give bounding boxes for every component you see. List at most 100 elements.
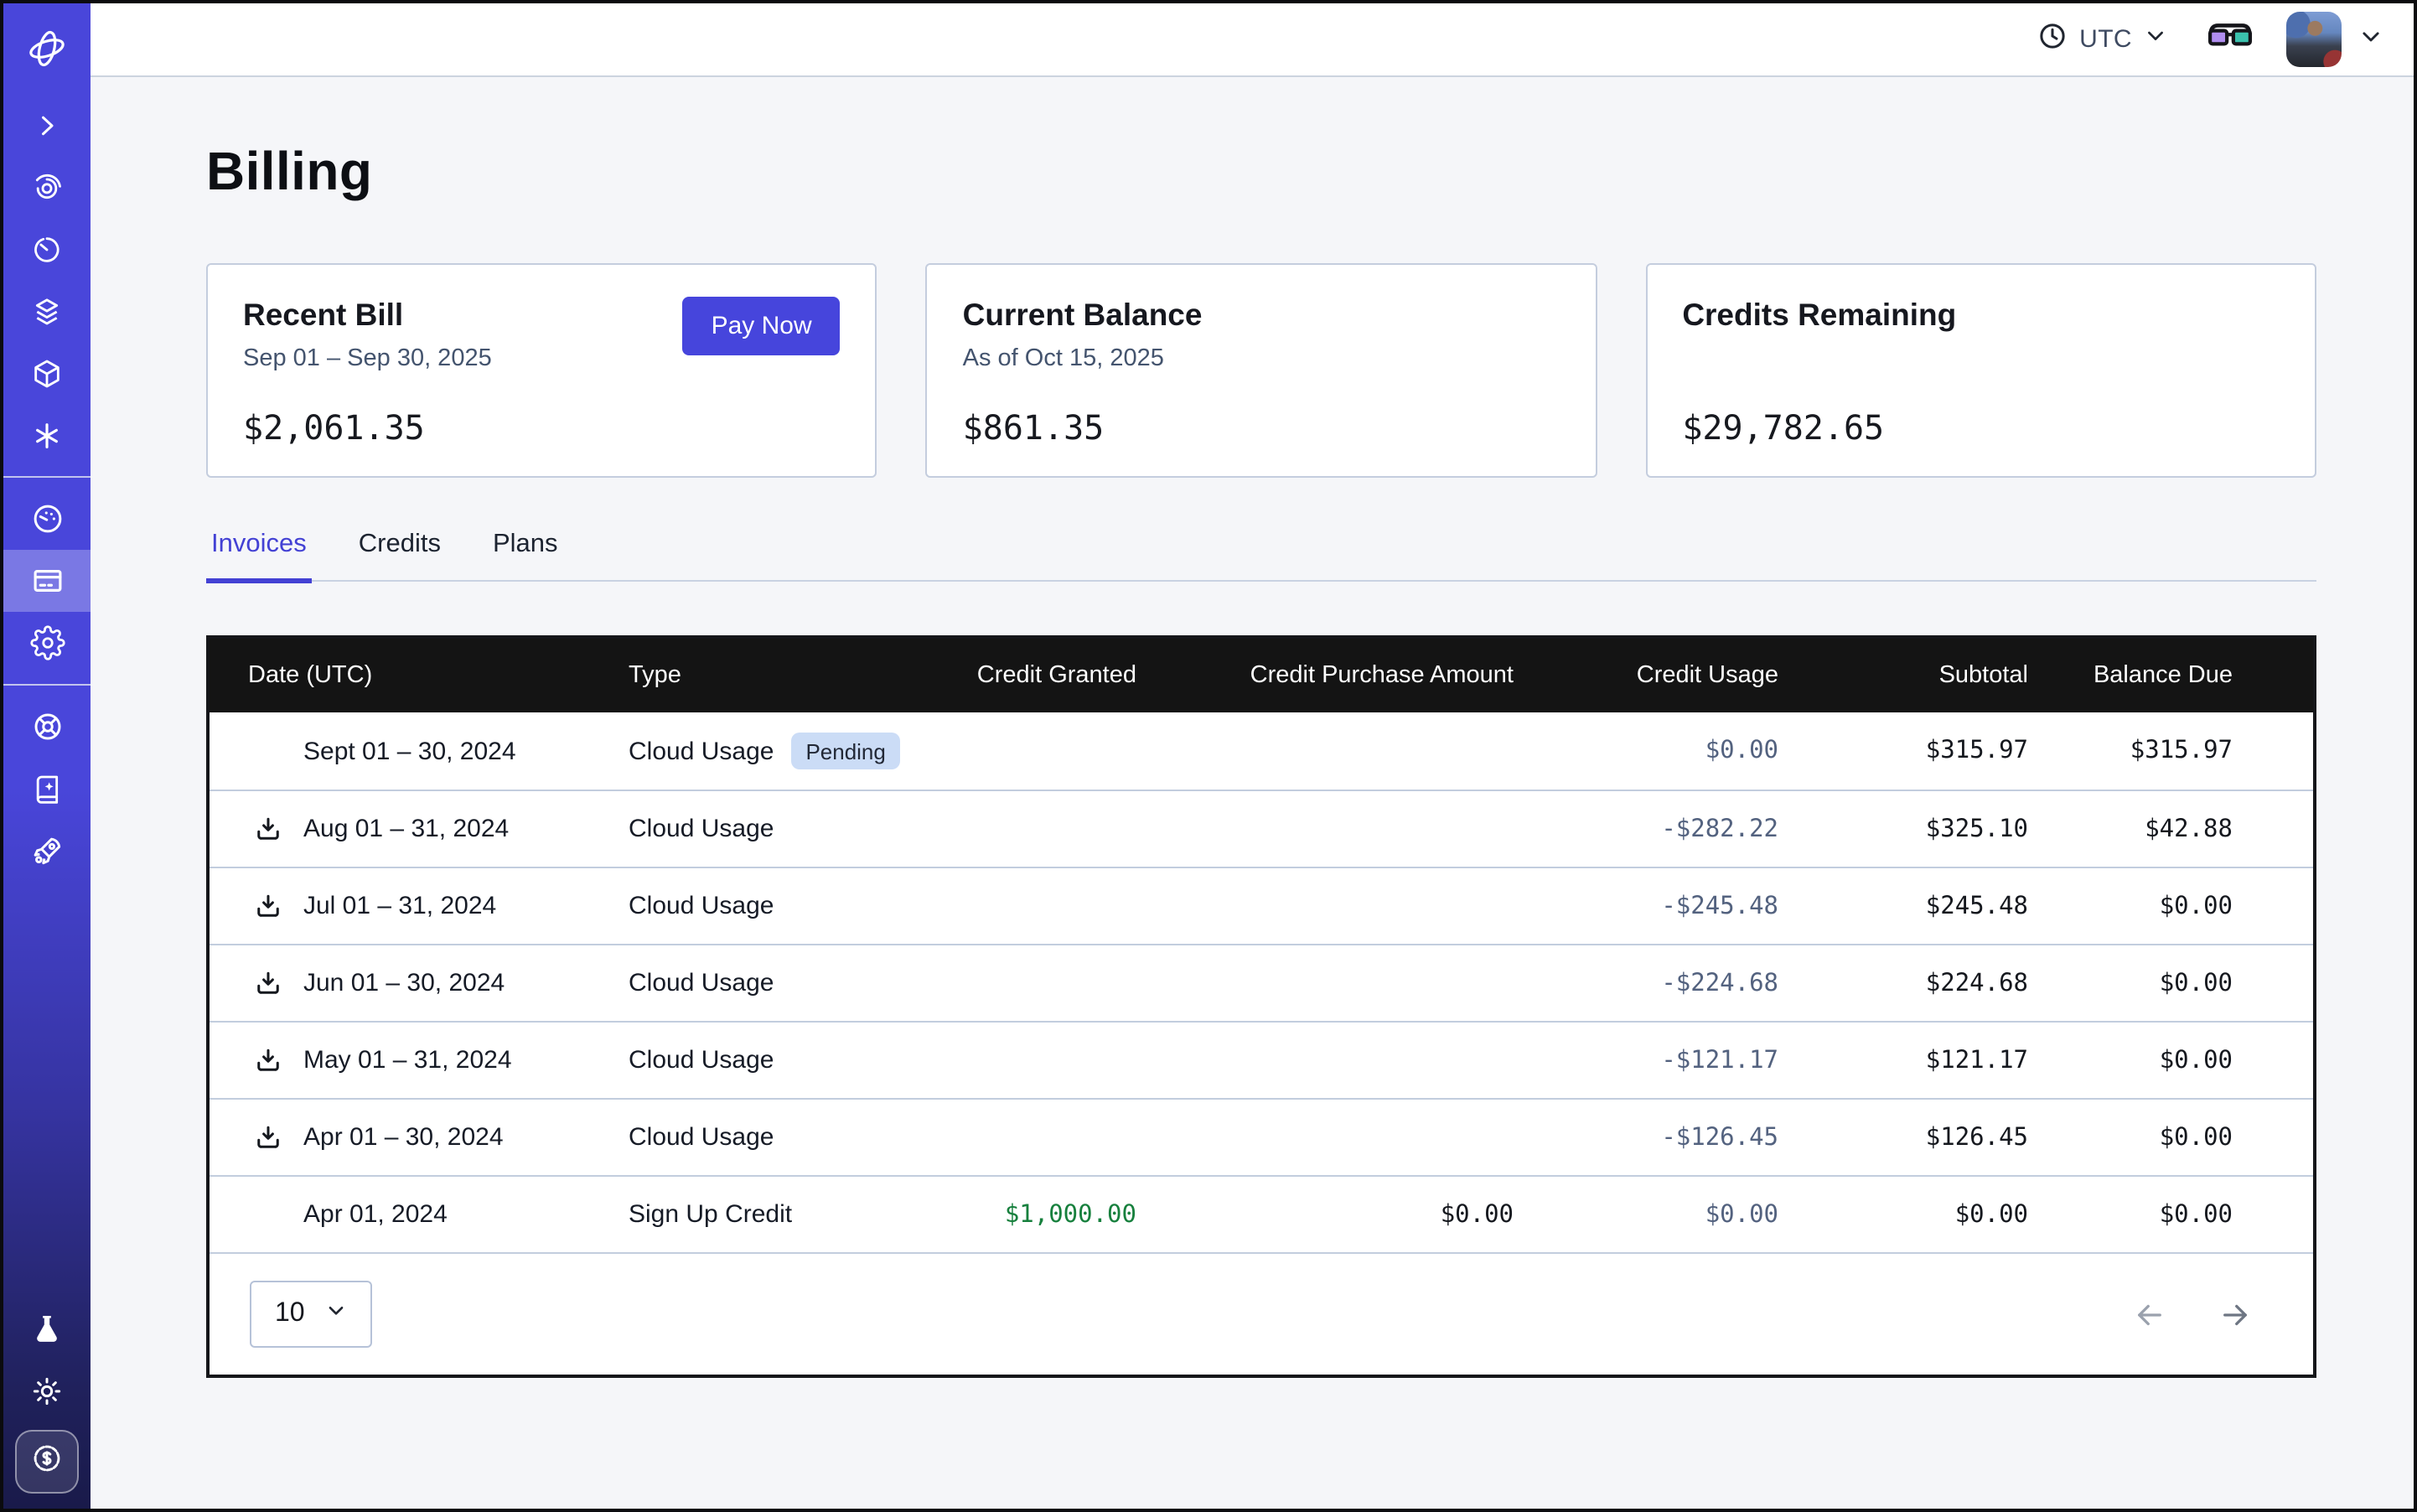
invoice-type: Cloud Usage xyxy=(629,969,774,997)
timer-icon xyxy=(30,232,64,266)
sidebar-item-billing[interactable] xyxy=(3,550,91,612)
credit-purchase-amount: $0.00 xyxy=(1157,1201,1534,1228)
column-header: Date (UTC) xyxy=(210,662,629,689)
tab-plans[interactable]: Plans xyxy=(488,530,563,580)
balance-due: $0.00 xyxy=(2048,1124,2313,1151)
sidebar-divider xyxy=(3,476,91,478)
gear-icon xyxy=(29,625,65,660)
invoice-date: May 01 – 31, 2024 xyxy=(303,1046,512,1074)
credit-card-icon xyxy=(29,563,65,598)
credit-usage: -$282.22 xyxy=(1534,816,1799,842)
sidebar-item-timer[interactable] xyxy=(3,218,91,280)
layers-icon xyxy=(30,294,64,328)
glasses-icon xyxy=(2207,20,2253,59)
subtotal: $126.45 xyxy=(1799,1124,2048,1151)
download-invoice-button[interactable] xyxy=(253,968,283,998)
page-size-select[interactable]: 10 xyxy=(250,1281,372,1348)
table-footer: 10 xyxy=(210,1252,2313,1375)
subtotal: $224.68 xyxy=(1799,970,2048,997)
sidebar-item-integrations[interactable] xyxy=(3,404,91,466)
download-spacer xyxy=(253,736,283,766)
invoice-date: Jun 01 – 30, 2024 xyxy=(303,969,505,997)
tab-credits[interactable]: Credits xyxy=(354,530,446,580)
download-invoice-button[interactable] xyxy=(253,814,283,844)
credit-usage: $0.00 xyxy=(1534,738,1799,764)
sidebar-item-usage[interactable] xyxy=(3,488,91,550)
book-sparkle-icon xyxy=(30,772,64,805)
tab-invoices[interactable]: Invoices xyxy=(206,530,312,580)
card-amount: $861.35 xyxy=(963,407,1560,448)
gauge-icon xyxy=(29,501,65,536)
clock-icon xyxy=(2036,19,2068,60)
sidebar-item-launch[interactable] xyxy=(3,820,91,882)
column-header: Credit Usage xyxy=(1534,662,1799,689)
invoice-date: Sept 01 – 30, 2024 xyxy=(303,737,516,765)
sidebar-item-resources[interactable] xyxy=(3,342,91,404)
reader-mode-button[interactable] xyxy=(2207,20,2253,59)
app-logo[interactable] xyxy=(3,3,91,94)
main-content: Billing Recent BillSep 01 – Sep 30, 2025… xyxy=(91,77,2414,1509)
credit-usage: -$245.48 xyxy=(1534,893,1799,919)
sidebar-item-layers[interactable] xyxy=(3,280,91,342)
sidebar-item-support[interactable] xyxy=(3,696,91,758)
card-amount: $2,061.35 xyxy=(243,407,841,448)
invoice-type: Cloud Usage xyxy=(629,815,774,843)
pay-now-button[interactable]: Pay Now xyxy=(683,297,841,355)
sidebar-item-docs[interactable] xyxy=(3,758,91,820)
subtotal: $315.97 xyxy=(1799,738,2048,764)
spiral-icon xyxy=(30,170,64,204)
user-avatar[interactable] xyxy=(2286,12,2342,67)
column-header: Credit Granted xyxy=(913,662,1157,689)
theme-toggle[interactable] xyxy=(30,1359,64,1421)
timezone-selector[interactable]: UTC xyxy=(2036,19,2167,60)
balance-due: $42.88 xyxy=(2048,816,2313,842)
summary-card: Recent BillSep 01 – Sep 30, 2025$2,061.3… xyxy=(206,263,877,478)
user-menu-button[interactable] xyxy=(2358,23,2383,56)
credit-granted: $1,000.00 xyxy=(913,1201,1157,1228)
credit-usage: -$121.17 xyxy=(1534,1047,1799,1074)
earn-credits-button[interactable] xyxy=(15,1430,79,1494)
invoice-date: Apr 01 – 30, 2024 xyxy=(303,1123,504,1152)
sidebar-item-traces[interactable] xyxy=(3,156,91,218)
invoice-type: Cloud Usage xyxy=(629,737,774,765)
summary-card: Credits Remaining$29,782.65 xyxy=(1645,263,2316,478)
dollar-badge-icon xyxy=(28,1439,65,1484)
prev-page-button[interactable] xyxy=(2132,1297,2167,1332)
balance-due: $0.00 xyxy=(2048,970,2313,997)
sidebar-item-settings[interactable] xyxy=(3,612,91,674)
chevron-down-icon xyxy=(2358,23,2383,56)
card-subtitle xyxy=(1682,345,2280,374)
table-row: May 01 – 31, 2024Cloud Usage-$121.17$121… xyxy=(210,1021,2313,1098)
table-header-row: Date (UTC)TypeCredit GrantedCredit Purch… xyxy=(210,639,2313,712)
invoice-type: Cloud Usage xyxy=(629,1046,774,1074)
card-title: Current Balance xyxy=(963,297,1560,334)
column-header: Type xyxy=(629,662,913,689)
subtotal: $325.10 xyxy=(1799,816,2048,842)
sidebar-divider xyxy=(3,684,91,686)
invoice-type: Sign Up Credit xyxy=(629,1200,792,1229)
balance-due: $315.97 xyxy=(2048,738,2313,764)
page-size-value: 10 xyxy=(275,1299,305,1329)
invoices-table: Date (UTC)TypeCredit GrantedCredit Purch… xyxy=(206,635,2316,1378)
balance-due: $0.00 xyxy=(2048,1201,2313,1228)
topbar: UTC xyxy=(91,3,2414,77)
download-invoice-button[interactable] xyxy=(253,891,283,921)
flask-icon xyxy=(30,1312,64,1345)
invoice-type: Cloud Usage xyxy=(629,1123,774,1152)
download-invoice-button[interactable] xyxy=(253,1045,283,1075)
page-title: Billing xyxy=(206,141,2316,203)
balance-due: $0.00 xyxy=(2048,893,2313,919)
table-row: Aug 01 – 31, 2024Cloud Usage-$282.22$325… xyxy=(210,790,2313,867)
table-row: Jun 01 – 30, 2024Cloud Usage-$224.68$224… xyxy=(210,944,2313,1021)
invoice-type: Cloud Usage xyxy=(629,892,774,920)
sidebar-expand[interactable] xyxy=(3,94,91,156)
next-page-button[interactable] xyxy=(2218,1297,2253,1332)
sidebar-item-labs[interactable] xyxy=(30,1297,64,1359)
chevron-down-icon xyxy=(2144,23,2167,55)
subtotal: $0.00 xyxy=(1799,1201,2048,1228)
timezone-label: UTC xyxy=(2079,25,2132,54)
credit-usage: $0.00 xyxy=(1534,1201,1799,1228)
table-row: Jul 01 – 31, 2024Cloud Usage-$245.48$245… xyxy=(210,867,2313,944)
column-header: Subtotal xyxy=(1799,662,2048,689)
download-invoice-button[interactable] xyxy=(253,1122,283,1152)
